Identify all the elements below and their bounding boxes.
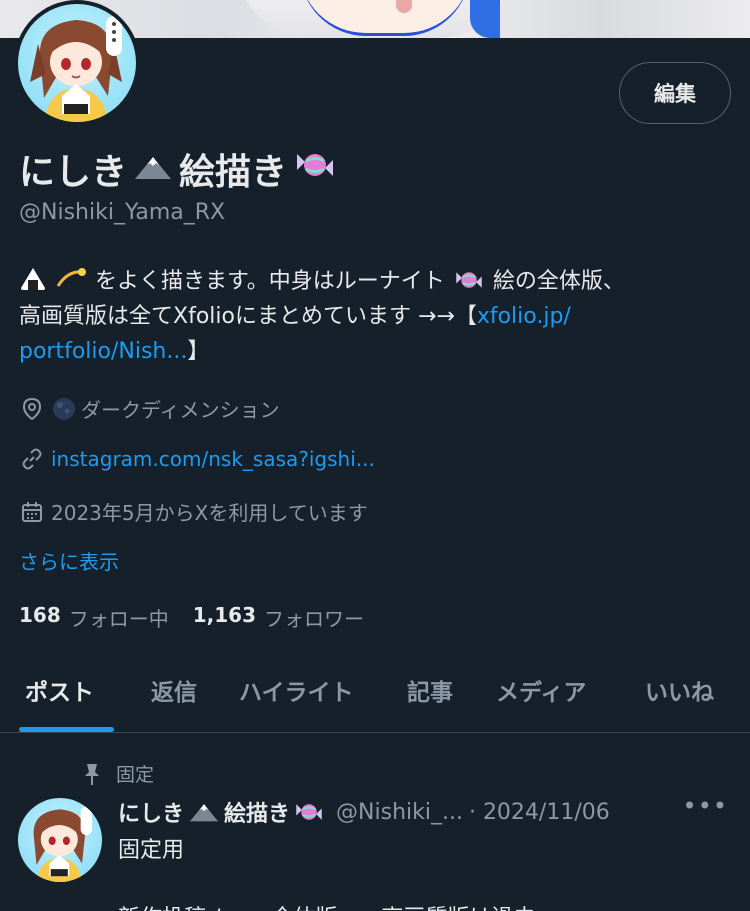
website-link[interactable]: instagram.com/nsk_sasa?igshi... <box>51 447 375 471</box>
location-text: ダークディメンション <box>81 398 280 422</box>
candy-icon <box>293 148 337 191</box>
onigiri-icon <box>19 268 54 294</box>
mountain-icon <box>133 149 173 190</box>
active-tab-indicator <box>19 727 114 732</box>
profile-tabs: ポスト 返信 ハイライト 記事 メディア いいね <box>0 655 750 733</box>
post-author-name[interactable]: にしき 絵描き <box>118 796 326 828</box>
post-author-suffix: 絵描き <box>224 802 291 827</box>
profile-location: ダークディメンション <box>19 394 280 423</box>
avatar-art-icon <box>30 16 122 122</box>
pin-icon <box>80 762 104 786</box>
profile-name: にしき 絵描き <box>19 143 343 195</box>
bio-line1: をよく描きます。中身はルーナイト <box>95 269 445 294</box>
tab-media[interactable]: メディア <box>496 673 586 707</box>
pinned-label: 固定 <box>116 764 155 786</box>
post-author-name-text: にしき <box>118 802 185 827</box>
mountain-icon <box>188 801 220 823</box>
post-text: 固定用 <box>118 838 185 863</box>
bio-link[interactable]: xfolio.jp/ <box>477 304 571 329</box>
profile-name-text: にしき <box>19 152 128 193</box>
followers-count[interactable]: 1,163 <box>193 603 256 632</box>
joined-text: 2023年5月からXを利用しています <box>51 501 368 525</box>
dizzy-icon <box>54 268 95 294</box>
post-author-handle[interactable]: @Nishiki_... <box>336 800 463 825</box>
profile-avatar[interactable] <box>14 0 140 126</box>
profile-name-suffix: 絵描き <box>179 152 288 193</box>
show-more-link[interactable]: さらに表示 <box>19 546 119 575</box>
banner-art-accent <box>470 0 500 38</box>
followers-label[interactable]: フォロワー <box>264 603 364 632</box>
candy-icon <box>292 800 326 824</box>
post-text-continued: 新作投稿 / ……全体版……高画質版は過去… <box>118 900 557 911</box>
post-more-button[interactable]: ••• <box>683 792 728 820</box>
calendar-icon <box>19 499 45 525</box>
pinned-indicator: 固定 <box>80 760 154 787</box>
profile-handle: @Nishiki_Yama_RX <box>19 200 226 225</box>
candy-icon <box>452 269 493 294</box>
profile-website[interactable]: instagram.com/nsk_sasa?igshi... <box>19 446 375 472</box>
tab-articles[interactable]: 記事 <box>407 673 453 707</box>
link-icon <box>19 446 45 472</box>
bio-line1b: 絵の全体版、 <box>492 269 625 294</box>
bio-end: 】 <box>187 339 210 364</box>
follow-stats: 168 フォロー中 1,163 フォロワー <box>19 603 388 632</box>
tab-posts[interactable]: ポスト <box>25 673 94 707</box>
post-author-avatar[interactable] <box>18 798 102 882</box>
post-header: にしき 絵描き @Nishiki_... · 2024/11/06 ••• <box>118 792 738 828</box>
following-label[interactable]: フォロー中 <box>69 603 169 632</box>
tab-highlights[interactable]: ハイライト <box>239 673 354 707</box>
profile-joined: 2023年5月からXを利用しています <box>19 497 368 526</box>
bio-link-cont[interactable]: portfolio/Nish... <box>19 339 187 364</box>
edit-profile-button[interactable]: 編集 <box>619 62 731 124</box>
tab-likes[interactable]: いいね <box>645 673 714 707</box>
profile-bio: をよく描きます。中身はルーナイト 絵の全体版、 高画質版は全てXfolioにまと… <box>19 264 734 369</box>
bio-line2: 高画質版は全てXfolioにまとめています →→【 <box>19 304 477 329</box>
following-count[interactable]: 168 <box>19 603 61 632</box>
tab-replies[interactable]: 返信 <box>151 673 197 707</box>
post-date[interactable]: · 2024/11/06 <box>469 800 610 825</box>
moon-icon <box>51 396 77 422</box>
avatar-art-icon <box>33 806 93 882</box>
location-pin-icon <box>19 396 45 422</box>
